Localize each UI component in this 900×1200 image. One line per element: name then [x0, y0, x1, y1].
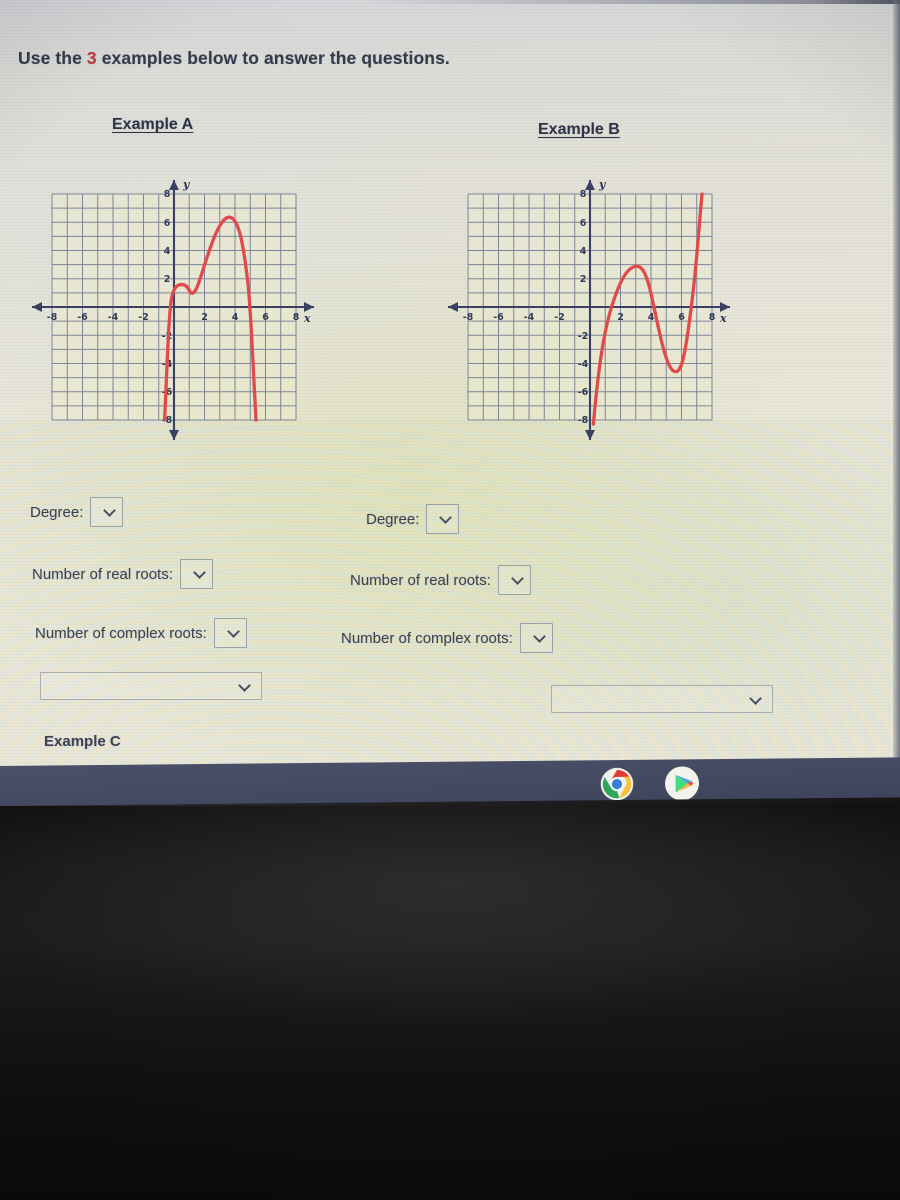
example-b-title: Example B [538, 121, 620, 138]
svg-text:-6: -6 [77, 312, 88, 323]
svg-text:-2: -2 [554, 312, 565, 323]
svg-text:8: 8 [293, 312, 300, 323]
svg-text:-4: -4 [578, 359, 589, 370]
laptop-body: acer [0, 806, 900, 1200]
example-a-answer-select[interactable] [40, 672, 262, 700]
svg-text:-8: -8 [463, 312, 474, 323]
example-a-complex-roots-label: Number of complex roots: [35, 624, 207, 642]
example-a-title: Example A [112, 116, 194, 133]
instruction-suffix: examples below to answer the questions. [101, 48, 450, 68]
svg-text:-2: -2 [138, 312, 149, 323]
svg-text:2: 2 [580, 274, 587, 285]
chevron-down-icon [749, 692, 762, 705]
example-b-real-roots-select[interactable] [497, 565, 531, 595]
example-a-complex-roots-row: Number of complex roots: [35, 618, 247, 648]
svg-text:2: 2 [201, 312, 208, 323]
svg-text:x: x [303, 312, 311, 325]
screen-moire-texture-lower [0, 420, 900, 772]
svg-text:6: 6 [678, 312, 685, 323]
svg-text:4: 4 [164, 246, 171, 257]
example-b-degree-label: Degree: [366, 510, 420, 528]
example-b-degree-select[interactable] [426, 504, 460, 534]
svg-text:y: y [598, 178, 607, 191]
example-c-title: Example C [44, 733, 121, 750]
svg-text:8: 8 [580, 189, 587, 200]
example-a-degree-row: Degree: [30, 497, 124, 527]
example-a-complex-roots-select[interactable] [213, 618, 247, 648]
example-b-real-roots-row: Number of real roots: [350, 565, 531, 595]
example-b-answer-select[interactable] [551, 685, 773, 713]
svg-text:x: x [719, 312, 727, 325]
example-a-degree-label: Degree: [30, 503, 84, 521]
svg-text:6: 6 [262, 312, 269, 323]
svg-text:-8: -8 [578, 415, 589, 426]
chevron-down-icon [439, 511, 453, 524]
svg-text:4: 4 [648, 312, 655, 323]
svg-text:4: 4 [580, 246, 587, 257]
instruction-count: 3 [86, 48, 97, 68]
play-store-icon[interactable] [665, 766, 699, 801]
svg-text:-2: -2 [578, 331, 589, 342]
screen-right-bezel [893, 0, 900, 772]
svg-text:y: y [182, 178, 191, 191]
example-a-real-roots-row: Number of real roots: [32, 559, 213, 589]
svg-text:2: 2 [164, 274, 171, 285]
example-b-graph: y x -8 -6 -4 -2 2 4 6 8 8 6 4 2 -2 -4 -6… [440, 172, 740, 462]
chevron-down-icon [532, 630, 546, 643]
chevron-down-icon [238, 679, 251, 692]
screenshot-root: Use the 3 examples below to answer the q… [0, 0, 900, 1200]
example-b-complex-roots-select[interactable] [519, 623, 553, 653]
instruction-prefix: Use the [18, 48, 82, 68]
svg-text:4: 4 [232, 312, 239, 323]
svg-text:-8: -8 [47, 312, 58, 323]
laptop-screen: Use the 3 examples below to answer the q… [0, 0, 900, 772]
svg-text:-6: -6 [493, 312, 504, 323]
svg-text:8: 8 [164, 189, 171, 200]
screen-top-bezel [0, 0, 900, 4]
chevron-down-icon [103, 504, 117, 517]
svg-text:-4: -4 [108, 312, 119, 323]
example-a-real-roots-select[interactable] [179, 559, 213, 589]
example-a-graph: y x -8 -6 -4 -2 2 4 6 8 8 6 4 2 -2 -4 -6… [22, 172, 322, 462]
svg-text:6: 6 [580, 218, 587, 229]
example-b-complex-roots-label: Number of complex roots: [341, 629, 513, 647]
chevron-down-icon [226, 625, 240, 638]
svg-text:6: 6 [164, 218, 171, 229]
example-b-complex-roots-row: Number of complex roots: [341, 623, 553, 653]
example-b-real-roots-label: Number of real roots: [350, 571, 491, 589]
example-b-degree-row: Degree: [366, 504, 460, 534]
svg-text:8: 8 [709, 312, 716, 323]
example-a-real-roots-label: Number of real roots: [32, 565, 173, 583]
instruction-text: Use the 3 examples below to answer the q… [18, 48, 450, 69]
example-a-degree-select[interactable] [90, 497, 124, 527]
svg-text:2: 2 [617, 312, 624, 323]
chrome-icon[interactable] [600, 767, 634, 801]
svg-text:-6: -6 [578, 387, 589, 398]
chevron-down-icon [511, 572, 524, 585]
svg-text:-4: -4 [524, 312, 535, 323]
chevron-down-icon [193, 566, 206, 579]
